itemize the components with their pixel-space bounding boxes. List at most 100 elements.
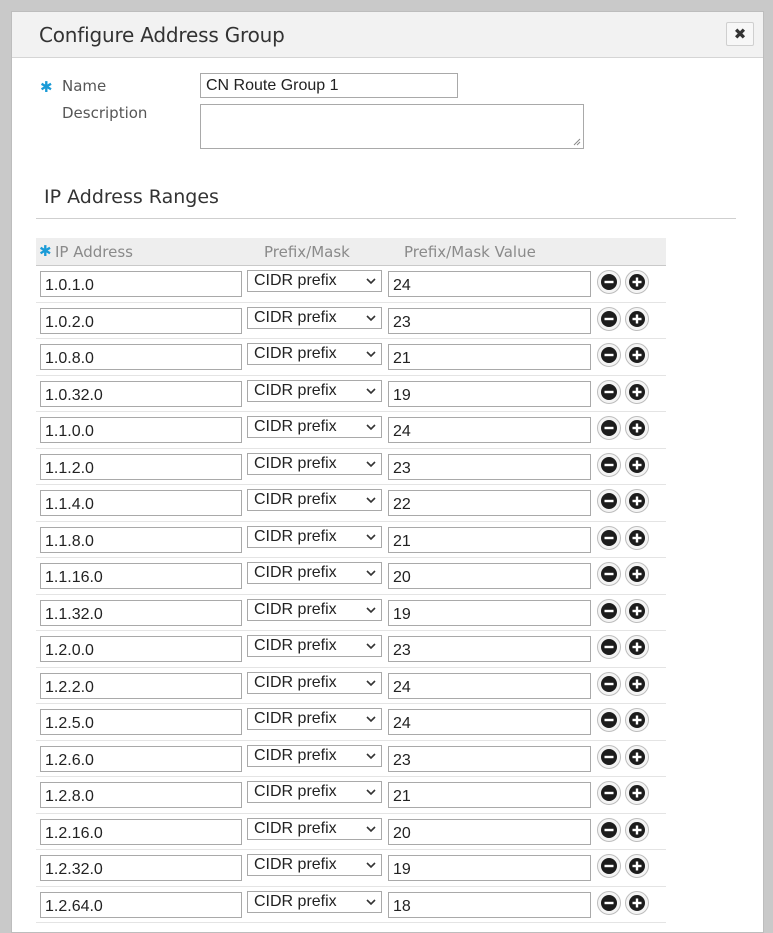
ip-address-input[interactable]: 1.0.8.0 (40, 344, 242, 370)
remove-row-button[interactable] (597, 343, 621, 367)
remove-row-button[interactable] (597, 671, 621, 696)
prefix-mask-value-input[interactable]: 23 (388, 307, 591, 334)
prefix-mask-select[interactable]: CIDR prefix (247, 489, 382, 511)
remove-row-button[interactable] (597, 890, 621, 915)
remove-row-button[interactable] (597, 489, 621, 513)
remove-row-button[interactable] (597, 270, 621, 294)
remove-row-button[interactable] (597, 525, 621, 550)
add-row-button[interactable] (625, 817, 649, 842)
remove-row-button[interactable] (597, 817, 621, 842)
prefix-mask-select[interactable]: CIDR prefix (247, 379, 382, 402)
prefix-mask-select[interactable]: CIDR prefix (247, 781, 382, 803)
prefix-mask-value-input[interactable]: 24 (388, 709, 591, 735)
remove-row-button[interactable] (597, 781, 621, 805)
remove-row-button[interactable] (597, 452, 621, 477)
prefix-mask-value-input[interactable]: 23 (388, 745, 591, 772)
prefix-mask-select[interactable]: CIDR prefix (247, 416, 382, 438)
prefix-mask-value-input[interactable]: 24 (388, 417, 591, 443)
ip-address-input[interactable]: 1.1.0.0 (40, 417, 242, 443)
name-input[interactable]: CN Route Group 1 (200, 73, 458, 98)
add-row-button[interactable] (625, 525, 649, 550)
prefix-mask-value-input[interactable]: 22 (388, 490, 591, 516)
prefix-mask-select[interactable]: CIDR prefix (247, 270, 382, 292)
add-row-button[interactable] (625, 452, 649, 477)
prefix-mask-select[interactable]: CIDR prefix (247, 635, 382, 657)
add-row-button[interactable] (625, 708, 649, 732)
remove-row-button[interactable] (597, 562, 621, 586)
remove-row-button[interactable] (597, 708, 621, 732)
prefix-mask-value-input[interactable]: 23 (388, 453, 591, 480)
prefix-mask-value-input[interactable]: 19 (388, 855, 591, 881)
add-row-button[interactable] (625, 890, 649, 915)
prefix-mask-value-input[interactable]: 19 (388, 380, 591, 407)
close-button[interactable]: ✖ (726, 22, 754, 46)
prefix-mask-value-input[interactable]: 23 (388, 636, 591, 662)
add-row-button[interactable] (625, 306, 649, 331)
add-row-button[interactable] (625, 489, 649, 513)
prefix-mask-select[interactable]: CIDR prefix (247, 744, 382, 767)
ip-address-input[interactable]: 1.2.32.0 (40, 855, 242, 881)
ip-address-input[interactable]: 1.2.64.0 (40, 891, 242, 918)
add-row-button[interactable] (625, 270, 649, 294)
ip-address-input[interactable]: 1.2.16.0 (40, 818, 242, 845)
prefix-mask-select[interactable]: CIDR prefix (247, 525, 382, 548)
remove-row-button[interactable] (597, 744, 621, 769)
prefix-mask-value-input[interactable]: 20 (388, 818, 591, 845)
prefix-mask-select[interactable]: CIDR prefix (247, 343, 382, 365)
prefix-mask-select[interactable]: CIDR prefix (247, 671, 382, 694)
prefix-mask-value-input[interactable]: 24 (388, 271, 591, 297)
prefix-mask-select[interactable]: CIDR prefix (247, 598, 382, 621)
chevron-down-icon (366, 862, 376, 869)
remove-row-button[interactable] (597, 598, 621, 623)
prefix-mask-select[interactable]: CIDR prefix (247, 562, 382, 584)
add-row-button[interactable] (625, 854, 649, 878)
add-row-button[interactable] (625, 562, 649, 586)
description-textarea[interactable] (200, 104, 584, 149)
ip-address-input[interactable]: 1.2.0.0 (40, 636, 242, 662)
ip-address-input[interactable]: 1.1.8.0 (40, 526, 242, 553)
prefix-mask-value-input[interactable]: 20 (388, 563, 591, 589)
add-row-button[interactable] (625, 598, 649, 623)
ip-address-input[interactable]: 1.2.6.0 (40, 745, 242, 772)
add-row-button[interactable] (625, 671, 649, 696)
remove-row-button[interactable] (597, 854, 621, 878)
ip-address-input[interactable]: 1.1.32.0 (40, 599, 242, 626)
table-row: 1.2.6.0 CIDR prefix 23 (36, 741, 666, 777)
prefix-mask-value-input[interactable]: 21 (388, 782, 591, 808)
resize-grip-icon[interactable] (573, 138, 581, 146)
table-row: 1.1.8.0 CIDR prefix 21 (36, 522, 666, 558)
prefix-mask-value-input[interactable]: 19 (388, 599, 591, 626)
remove-row-button[interactable] (597, 635, 621, 659)
add-row-button[interactable] (625, 379, 649, 404)
prefix-mask-select[interactable]: CIDR prefix (247, 306, 382, 329)
prefix-mask-select[interactable]: CIDR prefix (247, 708, 382, 730)
name-label: Name (62, 77, 107, 95)
add-row-button[interactable] (625, 635, 649, 659)
prefix-mask-select-value: CIDR prefix (254, 892, 337, 910)
prefix-mask-value-input[interactable]: 21 (388, 526, 591, 553)
prefix-mask-value-input[interactable]: 24 (388, 672, 591, 699)
add-row-button[interactable] (625, 781, 649, 805)
remove-row-button[interactable] (597, 379, 621, 404)
ip-address-input[interactable]: 1.0.1.0 (40, 271, 242, 297)
ip-address-input[interactable]: 1.2.2.0 (40, 672, 242, 699)
prefix-mask-select[interactable]: CIDR prefix (247, 854, 382, 876)
plus-circle-icon (629, 602, 645, 619)
ip-address-input[interactable]: 1.1.2.0 (40, 453, 242, 480)
add-row-button[interactable] (625, 416, 649, 440)
prefix-mask-select[interactable]: CIDR prefix (247, 452, 382, 475)
prefix-mask-select[interactable]: CIDR prefix (247, 890, 382, 913)
ip-address-input[interactable]: 1.1.16.0 (40, 563, 242, 589)
ip-address-input[interactable]: 1.0.2.0 (40, 307, 242, 334)
add-row-button[interactable] (625, 343, 649, 367)
remove-row-button[interactable] (597, 416, 621, 440)
prefix-mask-value-input[interactable]: 21 (388, 344, 591, 370)
remove-row-button[interactable] (597, 306, 621, 331)
add-row-button[interactable] (625, 744, 649, 769)
prefix-mask-select[interactable]: CIDR prefix (247, 817, 382, 840)
prefix-mask-value-input[interactable]: 18 (388, 891, 591, 918)
ip-address-input[interactable]: 1.2.8.0 (40, 782, 242, 808)
ip-address-input[interactable]: 1.1.4.0 (40, 490, 242, 516)
ip-address-input[interactable]: 1.2.5.0 (40, 709, 242, 735)
ip-address-input[interactable]: 1.0.32.0 (40, 380, 242, 407)
